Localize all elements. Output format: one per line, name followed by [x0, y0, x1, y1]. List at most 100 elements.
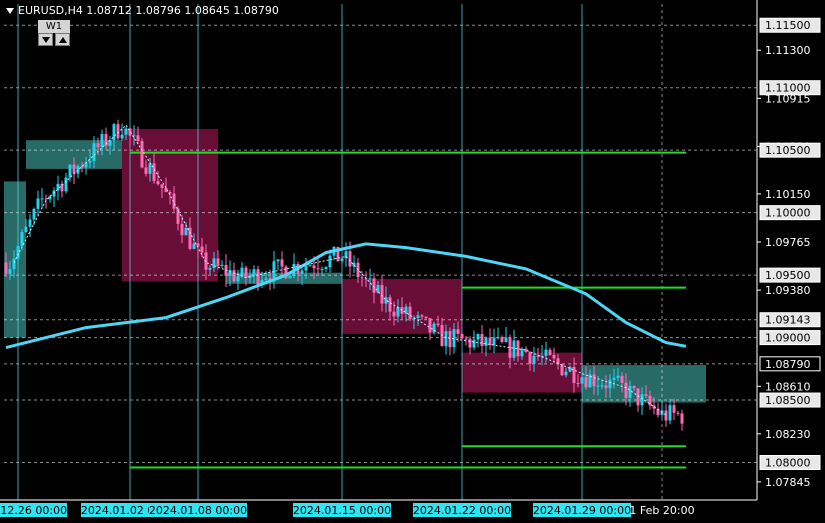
candle-body — [220, 265, 224, 267]
candle-body — [416, 315, 420, 319]
candle-body — [72, 164, 76, 174]
candle-body — [64, 177, 68, 192]
price-tick-label: 1.07845 — [765, 476, 811, 489]
level-price-label: 1.11000 — [765, 82, 811, 95]
candle-body — [28, 219, 32, 227]
candle-body — [52, 190, 56, 197]
candle-body — [180, 223, 184, 236]
timeframe-label: W1 — [38, 20, 70, 33]
price-tick-label: 1.10150 — [765, 188, 811, 201]
candle-body — [612, 377, 616, 380]
candle-body — [16, 246, 20, 259]
timeframe-box[interactable]: W1 — [38, 20, 70, 46]
candle-body — [460, 333, 464, 339]
candle-body — [372, 278, 376, 293]
candle-body — [448, 331, 452, 348]
candle-body — [120, 134, 124, 139]
candle-body — [144, 167, 148, 174]
candle-body — [408, 306, 412, 320]
candle-body — [608, 379, 612, 389]
candle-body — [424, 316, 428, 319]
triangle-up-icon — [59, 37, 67, 43]
candle-body — [376, 285, 380, 293]
candle-body — [528, 352, 532, 364]
candle-body — [280, 259, 284, 267]
candle-body — [396, 307, 400, 317]
candle-body — [428, 318, 432, 333]
candle-body — [380, 285, 384, 304]
candle-body — [232, 270, 236, 282]
candle-body — [420, 315, 424, 317]
candle-body — [580, 377, 584, 384]
candle-body — [544, 349, 548, 356]
candle-body — [8, 269, 12, 274]
candle-body — [240, 267, 244, 277]
candle-body — [328, 255, 332, 268]
candle-body — [560, 364, 564, 376]
candle-body — [324, 267, 328, 270]
candle-body — [36, 198, 40, 209]
candle-body — [484, 337, 488, 346]
candle-body — [436, 323, 440, 326]
candle-body — [624, 382, 628, 398]
candle-body — [348, 251, 352, 267]
candle-body — [676, 412, 680, 414]
candle-body — [564, 371, 568, 376]
candle-body — [456, 329, 460, 334]
timeframe-next-button[interactable] — [55, 33, 70, 46]
candle-body — [140, 141, 144, 168]
candle-body — [236, 276, 240, 282]
price-chart[interactable]: 1.113001.109151.105301.101501.097651.093… — [0, 0, 825, 523]
candle-body — [124, 128, 128, 135]
candle-body — [576, 382, 580, 384]
time-label: 1 Feb 20:00 — [629, 504, 694, 517]
price-tick-label: 1.08230 — [765, 428, 811, 441]
candle-body — [200, 246, 204, 253]
timeframe-prev-button[interactable] — [38, 33, 53, 46]
price-tick-label: 1.09765 — [765, 236, 811, 249]
candle-body — [680, 413, 684, 424]
candle-body — [76, 166, 80, 174]
price-tick-label: 1.11300 — [765, 44, 811, 57]
candle-body — [68, 164, 72, 178]
candle-body — [640, 394, 644, 406]
candle-body — [340, 258, 344, 262]
level-price-label: 1.08500 — [765, 394, 811, 407]
candle-body — [480, 334, 484, 346]
candle-body — [668, 405, 672, 421]
candle-body — [88, 161, 92, 163]
candle-body — [368, 278, 372, 280]
time-axis: 2023.12.26 00:002024.01.02 00:002024.01.… — [0, 499, 757, 517]
candle-body — [468, 338, 472, 348]
candle-body — [152, 163, 156, 182]
time-label: 2023.12.26 00:00 — [0, 504, 67, 517]
dropdown-triangle-icon[interactable] — [6, 8, 14, 14]
time-label: 2024.01.22 00:00 — [413, 504, 511, 517]
candle-body — [548, 349, 552, 355]
candle-body — [4, 262, 8, 274]
candle-body — [24, 226, 28, 233]
level-price-label: 1.08000 — [765, 457, 811, 470]
candle-body — [188, 227, 192, 249]
candle-body — [96, 143, 100, 148]
candle-body — [136, 135, 140, 142]
candle-body — [392, 311, 396, 317]
time-label: 2024.01.15 00:00 — [293, 504, 391, 517]
candle-body — [208, 267, 212, 270]
price-axis: 1.113001.109151.105301.101501.097651.093… — [756, 0, 821, 500]
symbol-header: EURUSD,H4 1.08712 1.08796 1.08645 1.0879… — [6, 4, 279, 18]
candle-body — [388, 297, 392, 312]
candle-body — [504, 337, 508, 343]
candle-body — [616, 375, 620, 378]
candle-body — [276, 259, 280, 262]
candle-body — [520, 348, 524, 357]
candle-body — [264, 278, 268, 280]
candle-body — [648, 395, 652, 406]
candle-body — [184, 227, 188, 236]
candle-body — [160, 184, 164, 188]
price-tick-label: 1.09380 — [765, 284, 811, 297]
candle-body — [492, 337, 496, 346]
candle-body — [156, 181, 160, 185]
time-label: 2024.01.29 00:00 — [533, 504, 631, 517]
triangle-down-icon — [42, 37, 50, 43]
